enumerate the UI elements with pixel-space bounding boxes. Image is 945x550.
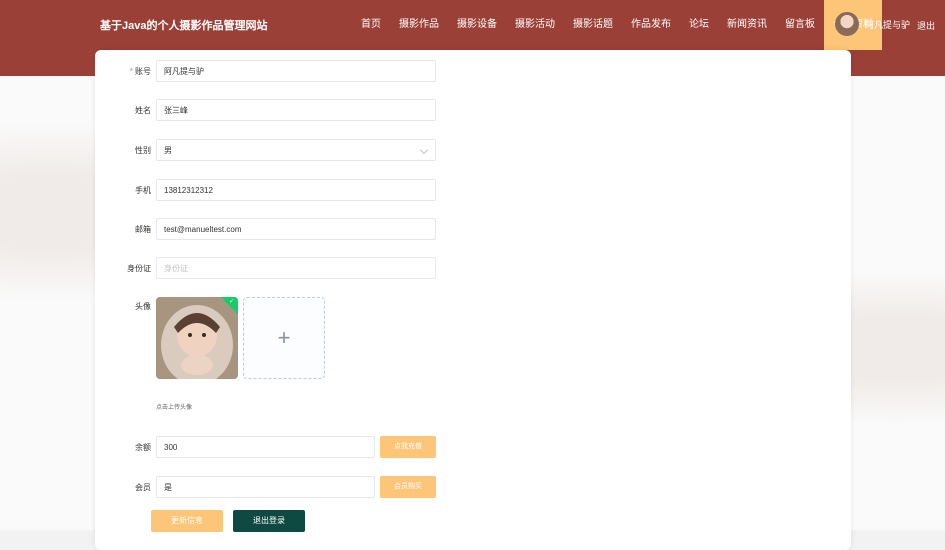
avatar-upload-tip: 点击上传头像	[156, 405, 193, 411]
required-mark: *	[129, 67, 133, 76]
phone-row: 手机 13812312312	[95, 179, 851, 203]
idcard-label: 身份证	[127, 264, 151, 273]
balance-label: 余额	[135, 443, 151, 452]
profile-form-card: * 账号 阿凡提与驴 姓名 张三峰 性别 男 手机 13812312312 邮箱 …	[95, 50, 851, 550]
phone-input[interactable]: 13812312312	[156, 179, 436, 201]
check-icon: ✓	[228, 299, 234, 305]
avatar-upload-button[interactable]: +	[243, 297, 325, 379]
nav-item-news[interactable]: 新闻资讯	[718, 0, 776, 50]
gender-row: 性别 男	[95, 139, 851, 163]
member-row: 会员 是 会员购买	[95, 476, 851, 500]
gender-selected-value: 男	[164, 146, 172, 155]
idcard-input[interactable]: 身份证	[156, 257, 436, 279]
username[interactable]: 阿凡提与驴	[865, 18, 910, 31]
idcard-row: 身份证 身份证	[95, 257, 851, 281]
account-row: * 账号 阿凡提与驴	[95, 60, 851, 84]
gender-label: 性别	[135, 146, 151, 155]
avatar-label: 头像	[135, 302, 151, 311]
chevron-down-icon	[419, 145, 429, 155]
nav-item-home[interactable]: 首页	[352, 0, 390, 50]
nav-item-publish[interactable]: 作品发布	[622, 0, 680, 50]
nav-item-forum[interactable]: 论坛	[680, 0, 718, 50]
logout-link[interactable]: 退出	[917, 19, 935, 32]
email-row: 邮箱 test@manueltest.com	[95, 218, 851, 242]
account-input[interactable]: 阿凡提与驴	[156, 60, 436, 82]
buy-membership-button[interactable]: 会员购买	[380, 476, 436, 498]
email-input[interactable]: test@manueltest.com	[156, 218, 436, 240]
account-label: 账号	[135, 67, 151, 76]
update-info-button[interactable]: 更新信息	[151, 510, 223, 532]
gender-select[interactable]: 男	[156, 139, 436, 161]
user-avatar[interactable]	[835, 12, 859, 36]
email-label: 邮箱	[135, 225, 151, 234]
account-label-wrap: * 账号	[95, 60, 151, 84]
avatar-image[interactable]: ✓	[156, 297, 238, 379]
logout-button[interactable]: 退出登录	[233, 510, 305, 532]
child-photo-image	[156, 297, 238, 379]
user-menu[interactable]: 阿凡提与驴	[835, 12, 910, 36]
name-row: 姓名 张三峰	[95, 99, 851, 123]
nav-item-works[interactable]: 摄影作品	[390, 0, 448, 50]
recharge-button[interactable]: 点我充值	[380, 436, 436, 458]
nav-item-messages[interactable]: 留言板	[776, 0, 824, 50]
name-label: 姓名	[135, 106, 151, 115]
balance-input[interactable]: 300	[156, 436, 375, 458]
name-input[interactable]: 张三峰	[156, 99, 436, 121]
site-title: 基于Java的个人摄影作品管理网站	[100, 20, 268, 32]
nav-item-activities[interactable]: 摄影活动	[506, 0, 564, 50]
member-label: 会员	[135, 483, 151, 492]
plus-icon: +	[277, 325, 291, 350]
balance-row: 余额 300 点我充值	[95, 436, 851, 460]
main-nav: 首页 摄影作品 摄影设备 摄影活动 摄影话题 作品发布 论坛 新闻资讯 留言板 …	[352, 0, 882, 50]
phone-label: 手机	[135, 186, 151, 195]
nav-item-topics[interactable]: 摄影话题	[564, 0, 622, 50]
nav-item-equipment[interactable]: 摄影设备	[448, 0, 506, 50]
member-input[interactable]: 是	[156, 476, 375, 498]
